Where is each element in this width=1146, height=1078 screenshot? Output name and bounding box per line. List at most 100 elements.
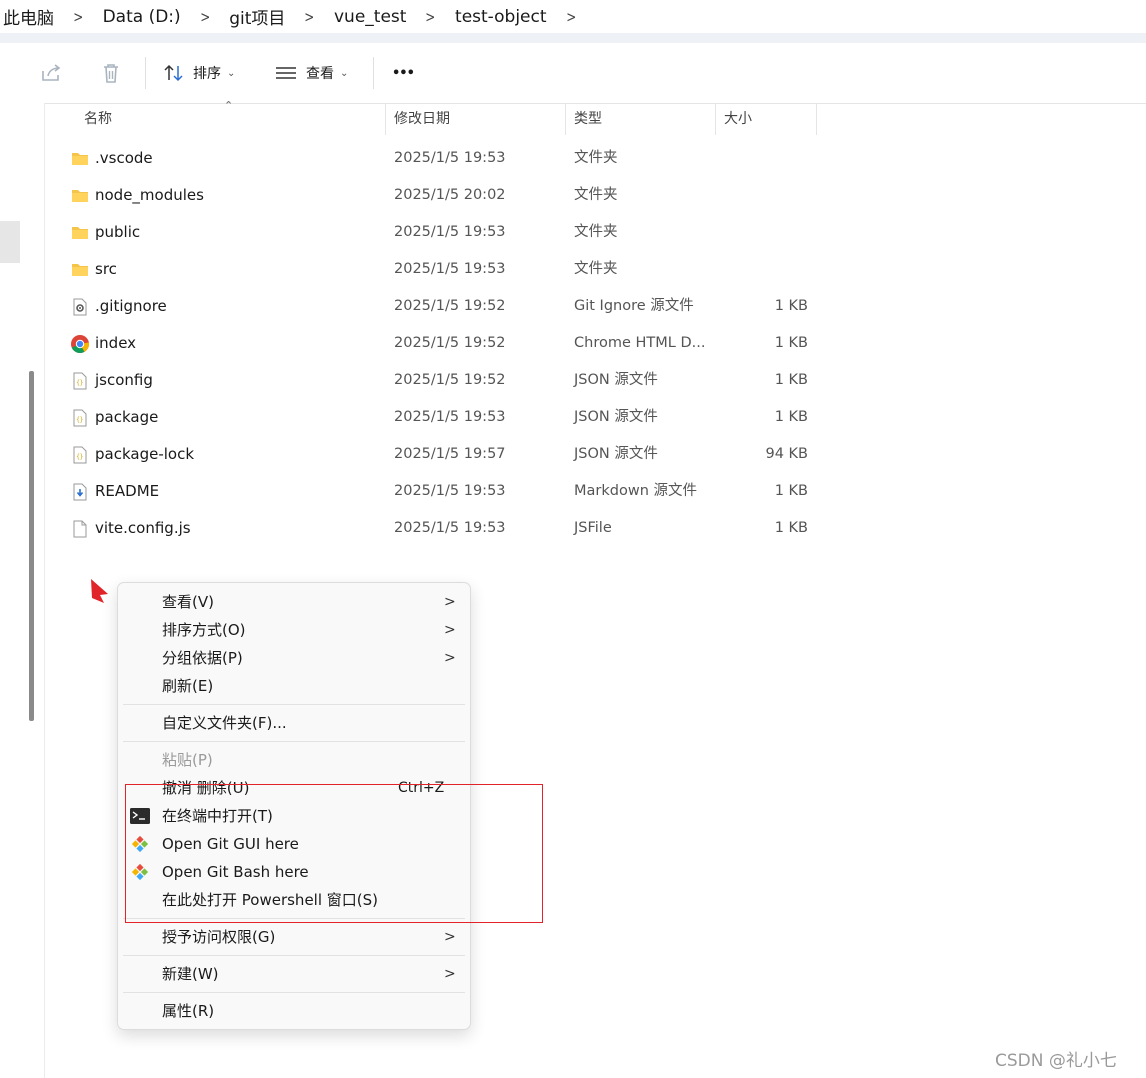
file-name: public bbox=[95, 223, 141, 241]
menu-separator bbox=[123, 992, 465, 993]
sort-ascending-icon: ⌃ bbox=[224, 99, 234, 112]
menu-item-new[interactable]: 新建(W) > bbox=[118, 960, 470, 988]
share-button[interactable] bbox=[40, 43, 62, 103]
file-name: node_modules bbox=[95, 186, 204, 204]
mouse-cursor-icon bbox=[91, 579, 108, 603]
file-row[interactable]: {} jsconfig 2025/1/5 19:52 JSON 源文件 1 KB bbox=[44, 362, 824, 399]
menu-item-label: 新建(W) bbox=[162, 965, 219, 983]
chevron-right-icon[interactable]: > bbox=[415, 8, 447, 26]
chevron-down-icon: ⌄ bbox=[340, 67, 349, 79]
file-row[interactable]: vite.config.js 2025/1/5 19:53 JSFile 1 K… bbox=[44, 510, 824, 547]
file-type: Git Ignore 源文件 bbox=[574, 298, 694, 314]
file-type: 文件夹 bbox=[574, 224, 618, 240]
view-label: 查看 bbox=[306, 66, 334, 82]
file-name: src bbox=[95, 260, 117, 278]
file-date: 2025/1/5 19:52 bbox=[394, 372, 506, 388]
file-type: Chrome HTML D... bbox=[574, 335, 706, 351]
file-type: 文件夹 bbox=[574, 187, 618, 203]
column-header-name[interactable]: 名称 bbox=[84, 103, 112, 135]
file-type: JSON 源文件 bbox=[574, 372, 658, 388]
column-divider[interactable] bbox=[565, 103, 566, 135]
menu-item-label: 属性(R) bbox=[162, 1002, 215, 1020]
file-row[interactable]: src 2025/1/5 19:53 文件夹 bbox=[44, 251, 824, 288]
navigation-pane[interactable] bbox=[0, 103, 45, 1078]
menu-separator bbox=[123, 704, 465, 705]
breadcrumb-item-git[interactable]: git项目 bbox=[225, 4, 289, 29]
folder-icon bbox=[72, 264, 88, 276]
breadcrumb: 此电脑 > Data (D:) > git项目 > vue_test > tes… bbox=[0, 0, 1146, 33]
svg-text:{}: {} bbox=[76, 380, 83, 387]
gear-file-icon bbox=[73, 298, 87, 316]
menu-item-group[interactable]: 分组依据(P) > bbox=[118, 644, 470, 672]
column-header-type[interactable]: 类型 bbox=[574, 103, 602, 135]
menu-item-grant-access[interactable]: 授予访问权限(G) > bbox=[118, 923, 470, 951]
file-row[interactable]: .vscode 2025/1/5 19:53 文件夹 bbox=[44, 140, 824, 177]
menu-item-sort[interactable]: 排序方式(O) > bbox=[118, 616, 470, 644]
file-date: 2025/1/5 19:52 bbox=[394, 298, 506, 314]
chevron-right-icon[interactable]: > bbox=[555, 8, 587, 26]
share-icon bbox=[42, 64, 61, 81]
file-size: 1 KB bbox=[774, 520, 808, 536]
menu-item-refresh[interactable]: 刷新(E) bbox=[118, 672, 470, 700]
file-type: Markdown 源文件 bbox=[574, 483, 697, 499]
column-divider[interactable] bbox=[715, 103, 716, 135]
file-name: package-lock bbox=[95, 445, 195, 463]
menu-separator bbox=[123, 955, 465, 956]
file-row[interactable]: {} package 2025/1/5 19:53 JSON 源文件 1 KB bbox=[44, 399, 824, 436]
column-divider[interactable] bbox=[385, 103, 386, 135]
file-size: 1 KB bbox=[774, 298, 808, 314]
watermark: CSDN @礼小七 bbox=[995, 1051, 1117, 1071]
nav-selected-item[interactable] bbox=[0, 221, 20, 263]
file-row[interactable]: {} package-lock 2025/1/5 19:57 JSON 源文件 … bbox=[44, 436, 824, 473]
chevron-right-icon[interactable]: > bbox=[62, 8, 94, 26]
delete-button[interactable] bbox=[101, 43, 121, 103]
svg-text:{}: {} bbox=[76, 454, 83, 461]
file-row[interactable]: node_modules 2025/1/5 20:02 文件夹 bbox=[44, 177, 824, 214]
command-toolbar: 排序 ⌄ 查看 ⌄ ••• bbox=[0, 43, 1146, 104]
breadcrumb-strip bbox=[0, 33, 1146, 43]
sort-label: 排序 bbox=[193, 66, 221, 82]
column-header-date[interactable]: 修改日期 bbox=[394, 103, 450, 135]
chevron-right-icon: > bbox=[444, 650, 456, 666]
nav-scrollbar[interactable] bbox=[29, 371, 34, 721]
breadcrumb-item-this-pc[interactable]: 此电脑 bbox=[0, 4, 58, 29]
menu-item-customize-folder[interactable]: 自定义文件夹(F)... bbox=[118, 709, 470, 737]
file-type: 文件夹 bbox=[574, 150, 618, 166]
menu-item-label: 粘贴(P) bbox=[162, 751, 213, 769]
chevron-right-icon[interactable]: > bbox=[293, 8, 325, 26]
file-row[interactable]: .gitignore 2025/1/5 19:52 Git Ignore 源文件… bbox=[44, 288, 824, 325]
file-date: 2025/1/5 19:52 bbox=[394, 335, 506, 351]
file-name: index bbox=[95, 334, 137, 352]
breadcrumb-item-test-object[interactable]: test-object bbox=[451, 7, 550, 27]
more-options-button[interactable]: ••• bbox=[392, 43, 415, 103]
column-divider[interactable] bbox=[816, 103, 817, 135]
file-name: README bbox=[95, 482, 160, 500]
blank-file-icon bbox=[73, 520, 87, 538]
chevron-right-icon[interactable]: > bbox=[189, 8, 221, 26]
toolbar-divider bbox=[373, 57, 374, 89]
file-date: 2025/1/5 19:53 bbox=[394, 409, 506, 425]
file-size: 1 KB bbox=[774, 372, 808, 388]
file-row[interactable]: README 2025/1/5 19:53 Markdown 源文件 1 KB bbox=[44, 473, 824, 510]
column-headers: ⌃ 名称 修改日期 类型 大小 bbox=[44, 99, 1146, 135]
view-list-icon bbox=[276, 67, 296, 79]
breadcrumb-item-drive[interactable]: Data (D:) bbox=[99, 7, 185, 27]
file-size: 94 KB bbox=[765, 446, 808, 462]
chevron-right-icon: > bbox=[444, 966, 456, 982]
svg-text:{}: {} bbox=[76, 417, 83, 424]
menu-item-label: 排序方式(O) bbox=[162, 621, 246, 639]
menu-item-view[interactable]: 查看(V) > bbox=[118, 588, 470, 616]
file-name: vite.config.js bbox=[95, 519, 191, 537]
breadcrumb-item-vue-test[interactable]: vue_test bbox=[330, 7, 410, 27]
column-header-size[interactable]: 大小 bbox=[724, 103, 752, 135]
file-date: 2025/1/5 19:53 bbox=[394, 150, 506, 166]
file-date: 2025/1/5 19:53 bbox=[394, 483, 506, 499]
menu-item-properties[interactable]: 属性(R) bbox=[118, 997, 470, 1025]
view-button[interactable]: 查看 ⌄ bbox=[275, 43, 348, 103]
file-type: JSON 源文件 bbox=[574, 446, 658, 462]
file-type: JSFile bbox=[574, 520, 612, 536]
sort-button[interactable]: 排序 ⌄ bbox=[163, 43, 235, 103]
file-row[interactable]: index 2025/1/5 19:52 Chrome HTML D... 1 … bbox=[44, 325, 824, 362]
file-date: 2025/1/5 20:02 bbox=[394, 187, 506, 203]
file-row[interactable]: public 2025/1/5 19:53 文件夹 bbox=[44, 214, 824, 251]
